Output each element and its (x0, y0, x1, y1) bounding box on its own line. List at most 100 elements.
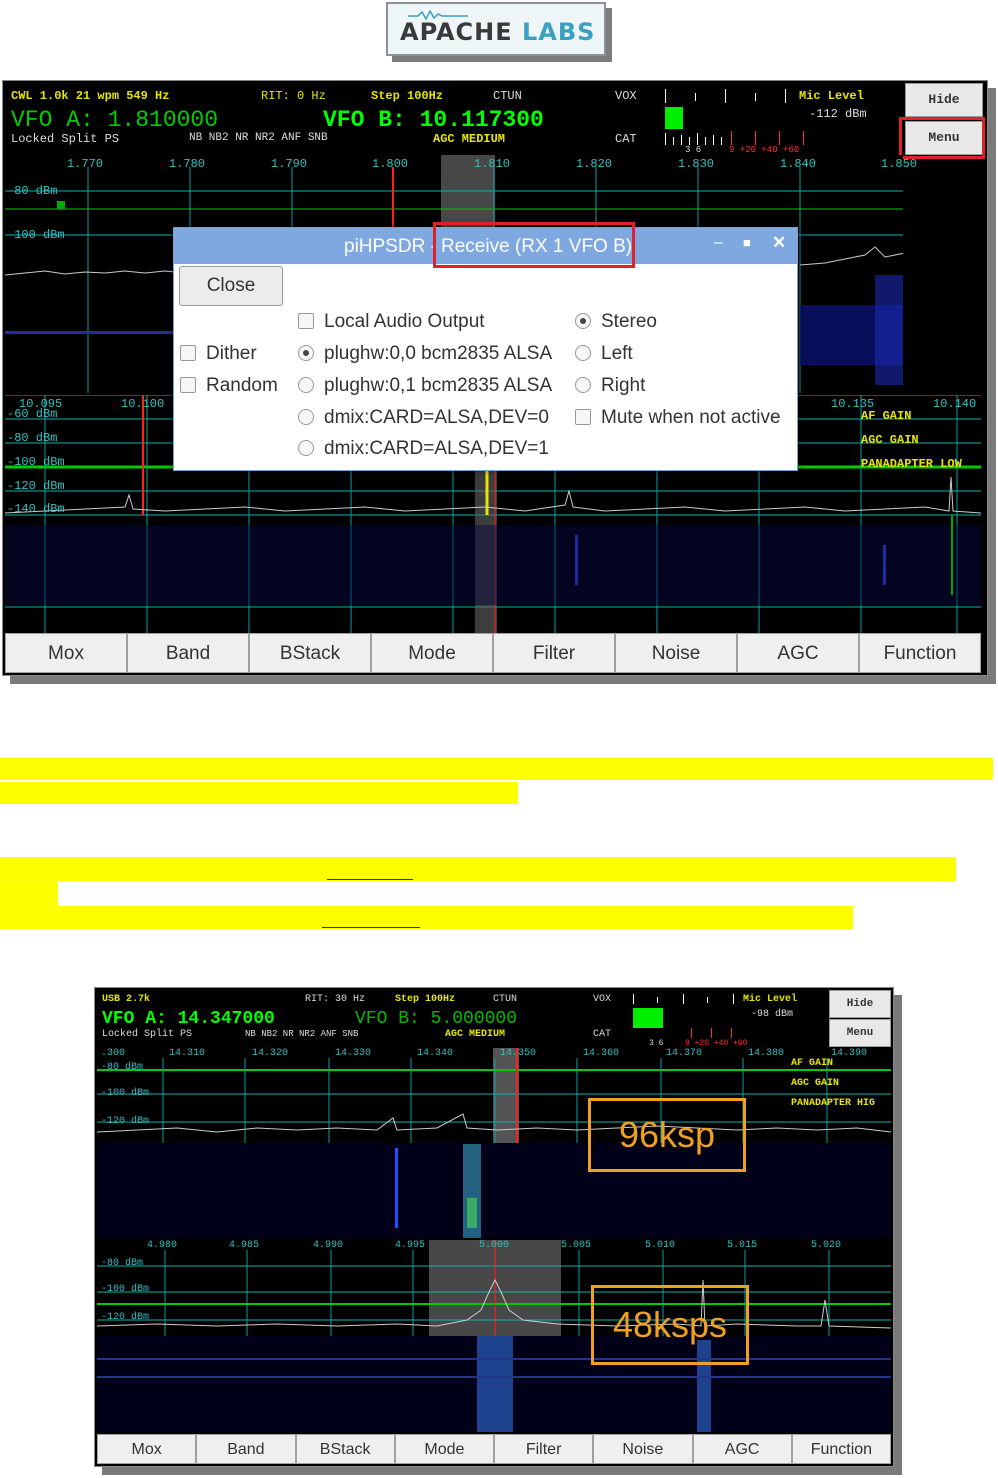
radio-icon[interactable] (298, 440, 314, 456)
mode-readout: USB 2.7k (102, 994, 151, 1005)
panadapter-2-plot (97, 1240, 891, 1432)
agc-button[interactable]: AGC (692, 1434, 792, 1464)
vfo-a-readout[interactable]: VFO A: 1.810000 (11, 107, 218, 133)
device-label: plughw:0,0 bcm2835 ALSA (324, 343, 553, 364)
local-audio-checkbox[interactable]: Local Audio Output (298, 311, 485, 333)
agc-button[interactable]: AGC (737, 633, 859, 673)
radio-icon[interactable] (575, 377, 591, 393)
af-gain-label[interactable]: AF GAIN (791, 1058, 833, 1069)
maximize-icon[interactable]: ■ (743, 235, 751, 250)
device-label: dmix:CARD=ALSA,DEV=0 (324, 407, 549, 428)
status-mid: NB NB2 NR NR2 ANF SNB (245, 1029, 359, 1039)
vfo-b-readout[interactable]: VFO B: 10.117300 (323, 107, 544, 133)
filter-button[interactable]: Filter (493, 633, 615, 673)
agc-gain-label[interactable]: AGC GAIN (861, 433, 919, 447)
dither-label: Dither (206, 343, 257, 364)
panadapter-low-label[interactable]: PANADAPTER LOW (861, 457, 962, 471)
hide-button[interactable]: Hide (829, 990, 891, 1018)
ctun-label: CTUN (493, 994, 518, 1005)
device-radio-0[interactable]: plughw:0,0 bcm2835 ALSA (298, 343, 552, 365)
device-radio-3[interactable]: dmix:CARD=ALSA,DEV=1 (298, 438, 549, 460)
meter-red-tick (691, 1028, 692, 1038)
panadapter-1[interactable]: .300 14.310 14.320 14.330 14.340 14.350 … (97, 1048, 891, 1238)
checkbox-icon[interactable] (298, 313, 314, 329)
band-button[interactable]: Band (127, 633, 249, 673)
device-radio-1[interactable]: plughw:0,1 bcm2835 ALSA (298, 375, 552, 397)
radio-selected-icon[interactable] (575, 313, 591, 329)
function-button[interactable]: Function (791, 1434, 891, 1464)
right-radio[interactable]: Right (575, 375, 645, 397)
freq-label: 4.990 (313, 1240, 344, 1251)
mox-button[interactable]: Mox (97, 1434, 197, 1464)
freq-label: 14.350 (500, 1048, 537, 1059)
freq-label: 10.140 (933, 397, 977, 411)
noise-button[interactable]: Noise (615, 633, 737, 673)
mic-dbm-readout: -112 dBm (809, 107, 867, 121)
noise-button[interactable]: Noise (593, 1434, 693, 1464)
dbm-label: -100 dBm (101, 1088, 150, 1099)
bstack-button[interactable]: BStack (249, 633, 371, 673)
mox-button[interactable]: Mox (5, 633, 127, 673)
dither-checkbox[interactable]: Dither (180, 343, 257, 365)
left-radio[interactable]: Left (575, 343, 633, 365)
meter-tick (683, 994, 684, 1004)
highlight-bar (0, 906, 853, 929)
meter-tick (697, 133, 698, 145)
mode-readout: CWL 1.0k 21 wpm 549 Hz (11, 89, 170, 103)
band-button[interactable]: Band (196, 1434, 296, 1464)
bstack-button[interactable]: BStack (295, 1434, 395, 1464)
filter-button[interactable]: Filter (494, 1434, 594, 1464)
status-mid: NB NB2 NR NR2 ANF SNB (189, 132, 328, 144)
checkbox-icon[interactable] (575, 409, 591, 425)
stereo-radio[interactable]: Stereo (575, 311, 657, 333)
freq-label: 1.770 (67, 157, 104, 171)
status-left: Locked Split PS (11, 132, 120, 146)
freq-label: 1.800 (372, 157, 409, 171)
minimize-icon[interactable]: – (714, 234, 723, 252)
radio-icon[interactable] (298, 377, 314, 393)
radio-icon[interactable] (575, 345, 591, 361)
rit-readout: RIT: 30 Hz (305, 994, 366, 1005)
dbm-label: -120 dBm (101, 1312, 150, 1323)
panadapter-high-label[interactable]: PANADAPTER HIG (791, 1098, 875, 1109)
function-button[interactable]: Function (859, 633, 981, 673)
af-gain-label[interactable]: AF GAIN (861, 409, 911, 423)
vfo-b-readout[interactable]: VFO B: 5.000000 (355, 1009, 517, 1029)
s-meter-bar (633, 1008, 663, 1028)
dialog-title-prefix: piHPSDR - (344, 236, 437, 257)
meter-scale-labels: 3 6 (649, 1039, 664, 1048)
meter-red-tick (731, 131, 732, 145)
meter-tick (665, 133, 666, 145)
random-checkbox[interactable]: Random (180, 375, 278, 397)
vox-label: VOX (593, 994, 612, 1005)
rate-96k-label: 96ksp (588, 1098, 746, 1172)
hide-button[interactable]: Hide (905, 83, 983, 117)
freq-label: 10.100 (121, 397, 165, 411)
panadapter-2[interactable]: 4.980 4.985 4.990 4.995 5.000 5.005 5.01… (97, 1240, 891, 1432)
meter-tick (713, 135, 714, 145)
left-label: Left (601, 343, 633, 364)
mode-button[interactable]: Mode (394, 1434, 494, 1464)
device-label: dmix:CARD=ALSA,DEV=1 (324, 438, 549, 459)
agc-gain-label[interactable]: AGC GAIN (791, 1078, 839, 1089)
mic-level-label: Mic Level (743, 994, 798, 1005)
device-radio-2[interactable]: dmix:CARD=ALSA,DEV=0 (298, 407, 549, 429)
checkbox-icon[interactable] (180, 345, 196, 361)
pihpsdr-screenshot-2: USB 2.7k RIT: 30 Hz Step 100Hz CTUN VOX … (94, 987, 894, 1467)
vfo-a-readout[interactable]: VFO A: 14.347000 (102, 1009, 275, 1029)
close-icon[interactable]: ✕ (772, 233, 786, 253)
checkbox-icon[interactable] (180, 377, 196, 393)
mute-checkbox[interactable]: Mute when not active (575, 407, 781, 429)
radio-selected-icon[interactable] (298, 345, 314, 361)
meter-tick (665, 89, 666, 103)
radio-icon[interactable] (298, 409, 314, 425)
dbm-label: -80 dBm (7, 184, 58, 198)
freq-label: 1.820 (576, 157, 613, 171)
underline (322, 927, 420, 928)
highlight-bar (0, 882, 58, 906)
menu-button[interactable]: Menu (829, 1019, 891, 1047)
close-button[interactable]: Close (179, 266, 283, 306)
freq-label: 14.380 (748, 1048, 785, 1059)
mode-button[interactable]: Mode (371, 633, 493, 673)
meter-red-tick (803, 131, 804, 145)
